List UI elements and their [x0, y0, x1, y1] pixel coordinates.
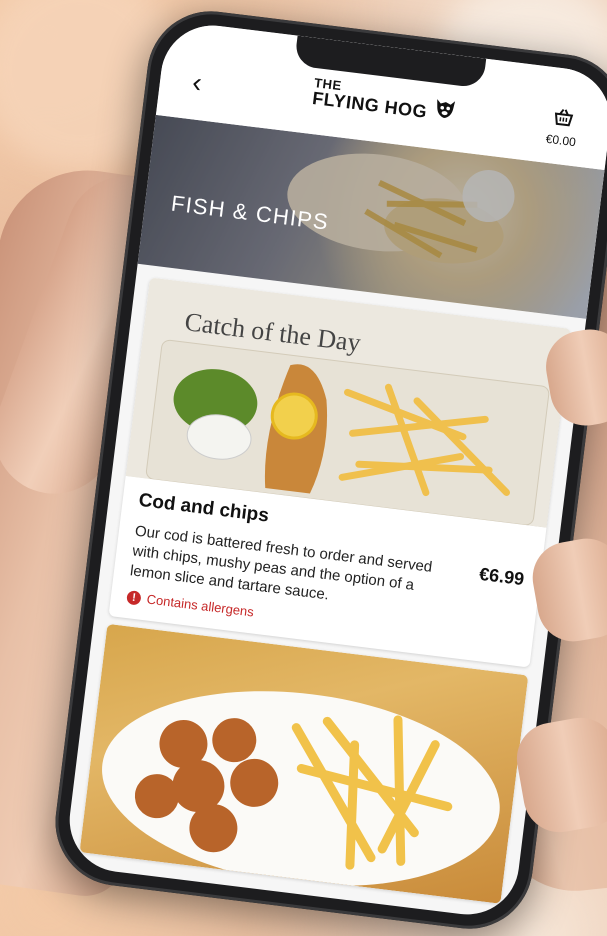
nuggets-and-chips-image [102, 691, 500, 886]
hog-icon [437, 98, 456, 118]
menu-list[interactable]: Catch of the Day Cod and chips €6.99 Our… [64, 268, 586, 921]
cart-button[interactable]: €0.00 [533, 105, 591, 150]
warning-icon: ! [126, 589, 142, 606]
menu-item-card[interactable] [79, 623, 529, 904]
category-title: FISH & CHIPS [169, 190, 331, 235]
menu-item-card[interactable]: Catch of the Day Cod and chips €6.99 Our… [108, 277, 571, 668]
cart-total: €0.00 [545, 131, 577, 150]
brand-logo[interactable]: THE FLYING HOG [311, 75, 459, 124]
item-price: €6.99 [478, 563, 526, 590]
back-button[interactable]: ‹ [180, 66, 213, 99]
chevron-left-icon: ‹ [190, 66, 204, 99]
allergen-label: Contains allergens [145, 591, 255, 620]
basket-icon [554, 108, 574, 127]
item-image [79, 623, 529, 904]
logo-text: THE FLYING HOG [311, 75, 429, 122]
